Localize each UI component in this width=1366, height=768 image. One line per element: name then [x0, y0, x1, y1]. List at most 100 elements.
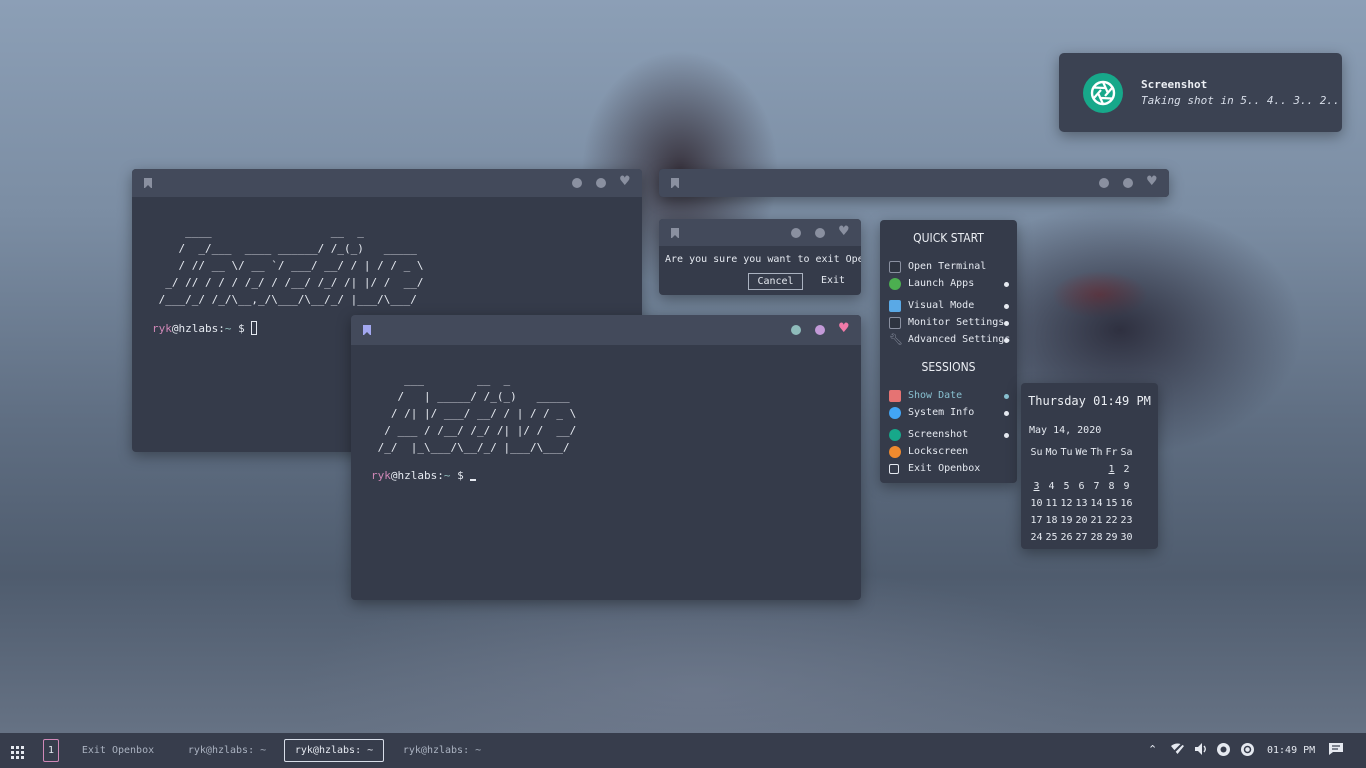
shell-prompt[interactable]: ryk@hzlabs:~ $ — [152, 321, 258, 335]
day-cell: 9 — [1123, 481, 1130, 492]
taskbar-clock[interactable]: 01:49 PM — [1267, 739, 1315, 762]
day-cell: 4 — [1048, 481, 1055, 492]
record-icon[interactable] — [1216, 742, 1231, 761]
window-titlebar[interactable]: ♥ — [659, 219, 861, 246]
day-cell: 2 — [1123, 464, 1130, 475]
task-terminal-3[interactable]: ryk@hzlabs: ~ — [393, 739, 491, 762]
openbox-menu[interactable]: QUICK START Open Terminal Launch Apps Vi… — [880, 220, 1017, 483]
day-cell: 24 — [1030, 532, 1043, 543]
day-cell: 13 — [1075, 498, 1088, 509]
menu-item-system-info[interactable]: System Info — [888, 405, 1011, 421]
menu-item-label: Monitor Settings — [908, 317, 1005, 328]
day-cell: 14 — [1090, 498, 1103, 509]
menu-item-monitor-settings[interactable]: Monitor Settings — [888, 315, 1011, 331]
volume-icon[interactable] — [1194, 742, 1209, 760]
shell-prompt[interactable]: ryk@hzlabs:~ $ — [371, 469, 477, 482]
weekday-label: Mo — [1045, 447, 1058, 458]
weekday-label: Th — [1090, 447, 1103, 458]
bookmark-icon — [671, 178, 679, 189]
prompt-user: ryk — [152, 322, 172, 335]
day-cell: 6 — [1078, 481, 1085, 492]
terminal-icon — [889, 261, 901, 273]
exit-button[interactable]: Exit — [815, 273, 851, 290]
calendar-grid: Su Mo Tu We Th Fr Sa 1 2 3 4 5 6 7 8 9 1… — [1029, 446, 1134, 548]
app-grid-icon[interactable] — [11, 744, 24, 763]
submenu-indicator — [1004, 321, 1009, 326]
cancel-button[interactable]: Cancel — [748, 273, 803, 290]
bookmark-icon — [144, 178, 152, 189]
day-cell: 8 — [1108, 481, 1115, 492]
chat-icon[interactable] — [1328, 742, 1344, 760]
close-heart-button[interactable]: ♥ — [838, 322, 850, 336]
menu-item-advanced-settings[interactable]: 🔧︎ Advanced Settings — [888, 332, 1011, 348]
menu-item-label: Lockscreen — [908, 446, 969, 457]
bookmark-icon — [671, 228, 679, 239]
week-row: 3 4 5 6 7 8 9 — [1029, 480, 1134, 497]
prompt-host: @hzlabs: — [171, 322, 225, 335]
maximize-button[interactable] — [815, 325, 825, 335]
window-titlebar[interactable]: ♥ — [659, 169, 1169, 197]
weekday-label: Su — [1030, 447, 1043, 458]
minimize-button[interactable] — [791, 325, 801, 335]
prompt-symbol: $ — [450, 469, 471, 482]
menu-item-label: System Info — [908, 407, 975, 418]
day-cell: 18 — [1045, 515, 1058, 526]
camera-shutter-icon — [1083, 73, 1123, 113]
day-cell: 28 — [1090, 532, 1103, 543]
prompt-symbol: $ — [231, 322, 252, 335]
day-cell — [1074, 463, 1089, 480]
task-terminal-1[interactable]: ryk@hzlabs: ~ — [178, 739, 276, 762]
day-cell — [1029, 463, 1044, 480]
menu-item-lockscreen[interactable]: Lockscreen — [888, 444, 1011, 460]
menu-item-open-terminal[interactable]: Open Terminal — [888, 259, 1011, 275]
maximize-button[interactable] — [596, 178, 606, 188]
task-exit-openbox[interactable]: Exit Openbox — [73, 739, 163, 762]
window-titlebar[interactable]: ♥ — [351, 315, 861, 345]
menu-item-visual-mode[interactable]: Visual Mode — [888, 298, 1011, 314]
menu-item-launch-apps[interactable]: Launch Apps — [888, 276, 1011, 292]
day-cell: 29 — [1105, 532, 1118, 543]
chevron-up-icon[interactable]: ⌃ — [1148, 742, 1157, 758]
workspace-button[interactable]: 1 — [43, 739, 59, 762]
day-cell: 3 — [1033, 481, 1040, 492]
day-cell: 21 — [1090, 515, 1103, 526]
screenshot-notification[interactable]: Screenshot Taking shot in 5.. 4.. 3.. 2.… — [1059, 53, 1342, 132]
minimize-button[interactable] — [572, 178, 582, 188]
close-heart-button[interactable]: ♥ — [619, 175, 631, 189]
check-circle-icon — [889, 278, 901, 290]
minimize-button[interactable] — [791, 228, 801, 238]
maximize-button[interactable] — [1123, 178, 1133, 188]
monitor-icon — [889, 317, 901, 329]
camera-shutter-icon[interactable] — [1240, 742, 1255, 761]
day-cell — [1059, 463, 1074, 480]
menu-item-show-date[interactable]: Show Date — [888, 388, 1011, 404]
day-cell: 17 — [1030, 515, 1043, 526]
weekday-label: We — [1075, 447, 1088, 458]
task-terminal-2[interactable]: ryk@hzlabs: ~ — [284, 739, 384, 762]
day-cell: 25 — [1045, 532, 1058, 543]
close-heart-button[interactable]: ♥ — [1146, 175, 1158, 189]
wifi-off-icon[interactable] — [1170, 742, 1185, 760]
day-cell: 12 — [1060, 498, 1073, 509]
maximize-button[interactable] — [815, 228, 825, 238]
menu-item-screenshot[interactable]: Screenshot — [888, 427, 1011, 443]
submenu-indicator — [1004, 282, 1009, 287]
day-cell: 1 — [1108, 464, 1115, 475]
taskbar: 1 Exit Openbox ryk@hzlabs: ~ ryk@hzlabs:… — [0, 733, 1366, 768]
exit-openbox-dialog[interactable]: ♥ Are you sure you want to exit Openbox?… — [659, 219, 861, 295]
menu-item-label: Launch Apps — [908, 278, 975, 289]
lock-icon — [889, 446, 901, 458]
day-cell: 5 — [1063, 481, 1070, 492]
window-titlebar[interactable]: ♥ — [132, 169, 642, 197]
empty-window[interactable]: ♥ — [659, 169, 1169, 197]
submenu-indicator — [1004, 411, 1009, 416]
minimize-button[interactable] — [1099, 178, 1109, 188]
menu-item-exit-openbox[interactable]: Exit Openbox — [888, 461, 1011, 477]
notification-body: Taking shot in 5.. 4.. 3.. 2.. — [1141, 94, 1340, 107]
notification-title: Screenshot — [1141, 78, 1208, 91]
terminal-window-front[interactable]: ♥ ___ __ _ / | _____/ /_(_) _____ / /| |… — [351, 315, 861, 600]
close-heart-button[interactable]: ♥ — [838, 225, 850, 239]
day-cell: 11 — [1045, 498, 1058, 509]
prompt-host: @hzlabs: — [390, 469, 444, 482]
day-cell: 20 — [1075, 515, 1088, 526]
